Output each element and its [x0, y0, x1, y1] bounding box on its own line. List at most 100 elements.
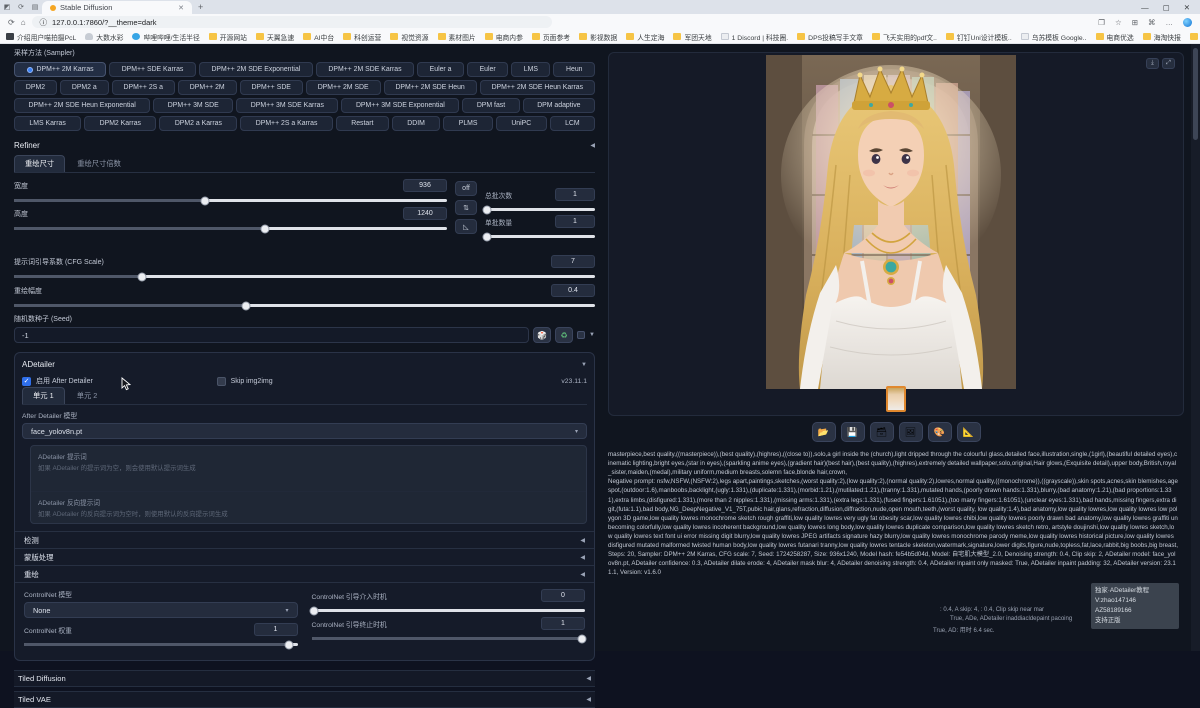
bookmark-item[interactable]: 飞天实用的pdf文..	[872, 32, 937, 42]
adetailer-model-dropdown[interactable]: face_yolov8n.pt ▾	[22, 423, 587, 439]
bookmark-item[interactable]: 介绍用户喵拍摄PcL	[6, 32, 76, 42]
result-action-button[interactable]: 💾	[841, 422, 865, 442]
enable-adetailer-checkbox[interactable]: ✓	[22, 377, 31, 386]
controlnet-model-dropdown[interactable]: None ▾	[24, 602, 298, 618]
extensions-icon[interactable]: ⌘	[1148, 18, 1156, 27]
sampler-option-button[interactable]: DPM++ 2M SDE Heun	[384, 80, 477, 95]
bookmark-item[interactable]: 松松软件园	[1190, 32, 1200, 42]
result-action-button[interactable]: 📐	[957, 422, 981, 442]
sampler-option-button[interactable]: DPM++ SDE Karras	[109, 62, 196, 77]
sampler-option-button[interactable]: DPM++ 2M	[178, 80, 237, 95]
generated-image[interactable]	[766, 55, 1016, 389]
sampler-option-button[interactable]: DPM fast	[462, 98, 519, 113]
sampler-option-button[interactable]: DDIM	[392, 116, 440, 131]
bookmark-item[interactable]: 科创运营	[343, 32, 381, 42]
result-action-button[interactable]: 🖼	[899, 422, 923, 442]
adetailer-subsection-accordion[interactable]: 检测 ◀	[15, 531, 594, 548]
height-input[interactable]: 1240	[403, 207, 447, 220]
viewer-tool-icon[interactable]: ⤢	[1162, 58, 1175, 69]
maximize-button[interactable]: ▢	[1163, 3, 1170, 12]
controlnet-start-input[interactable]: 0	[541, 589, 585, 602]
sampler-option-button[interactable]: DPM2 Karras	[84, 116, 156, 131]
scale-off-button[interactable]: off	[455, 181, 477, 196]
sampler-option-button[interactable]: Euler a	[417, 62, 464, 77]
sampler-option-button[interactable]: DPM++ 2M Karras	[14, 62, 106, 77]
bookmark-item[interactable]: 军团天地	[673, 32, 711, 42]
adetailer-prompt-textarea[interactable]: ADetailer 提示词 如果 ADetailer 的提示词为空，则会使用默认…	[31, 446, 586, 477]
bookmark-item[interactable]: 1 Discord | 科技圈.	[721, 32, 789, 42]
tiled-vae-accordion[interactable]: Tiled VAE ◀	[14, 691, 595, 708]
tab-resize-to[interactable]: 重绘尺寸	[14, 155, 65, 172]
page-scrollbar[interactable]	[1191, 44, 1200, 651]
controlnet-start-slider[interactable]	[312, 609, 586, 612]
tab-close-icon[interactable]: ✕	[178, 4, 184, 12]
sampler-option-button[interactable]: DPM++ 2S a Karras	[240, 116, 333, 131]
controlnet-weight-input[interactable]: 1	[254, 623, 298, 636]
vertical-tabs-icon[interactable]: ▤	[28, 3, 42, 11]
bookmark-item[interactable]: 哔哩哔哩/生活半径	[132, 32, 199, 42]
tab-resize-by[interactable]: 重绘尺寸倍数	[67, 156, 131, 172]
sampler-option-button[interactable]: PLMS	[443, 116, 493, 131]
bookmark-item[interactable]: 钉钉Uni设计模板..	[946, 32, 1012, 42]
bookmark-item[interactable]: AI中台	[303, 32, 334, 42]
sampler-option-button[interactable]: DPM2 a	[60, 80, 109, 95]
split-screen-icon[interactable]: ❐	[1098, 18, 1105, 27]
bookmark-item[interactable]: 电商优选	[1096, 32, 1134, 42]
bookmark-item[interactable]: 素材图片	[438, 32, 476, 42]
sampler-option-button[interactable]: LMS	[511, 62, 550, 77]
result-action-button[interactable]: 🗃	[870, 422, 894, 442]
controlnet-end-slider[interactable]	[312, 637, 586, 640]
viewer-tool-icon[interactable]: ⤓	[1146, 58, 1159, 69]
seed-extra-checkbox[interactable]	[577, 331, 585, 339]
sampler-option-button[interactable]: DPM++ 3M SDE	[153, 98, 233, 113]
denoise-input[interactable]: 0.4	[551, 284, 595, 297]
sampler-option-button[interactable]: DPM++ 2M SDE Heun Exponential	[14, 98, 150, 113]
browser-tab[interactable]: Stable Diffusion ✕	[42, 1, 192, 14]
result-action-button[interactable]: 📂	[812, 422, 836, 442]
workspace-icon[interactable]: ◩	[0, 3, 14, 11]
batch-size-slider[interactable]	[485, 235, 595, 238]
sampler-option-button[interactable]: LMS Karras	[14, 116, 81, 131]
seed-input[interactable]: -1	[14, 327, 529, 343]
minimize-button[interactable]: —	[1141, 3, 1149, 12]
sampler-option-button[interactable]: DPM++ SDE	[240, 80, 303, 95]
site-info-icon[interactable]: ⓘ	[40, 17, 48, 28]
favorites-icon[interactable]: ☆	[1115, 18, 1122, 27]
sampler-option-button[interactable]: DPM++ 3M SDE Karras	[236, 98, 338, 113]
bookmark-item[interactable]: 影视数据	[579, 32, 617, 42]
bookmark-item[interactable]: 页面参考	[532, 32, 570, 42]
sampler-option-button[interactable]: DPM++ 2M SDE	[306, 80, 381, 95]
sampler-option-button[interactable]: DPM++ 2M SDE Exponential	[199, 62, 313, 77]
sampler-option-button[interactable]: DPM adaptive	[523, 98, 595, 113]
sampler-option-button[interactable]: DPM++ 2S a	[112, 80, 175, 95]
bookmark-item[interactable]: 海淘快报	[1143, 32, 1181, 42]
bookmark-item[interactable]: 开源网站	[209, 32, 247, 42]
batch-count-slider[interactable]	[485, 208, 595, 211]
new-tab-button[interactable]: +	[198, 2, 203, 12]
sampler-option-button[interactable]: DPM2 a Karras	[159, 116, 237, 131]
bookmark-item[interactable]: 人生定海	[626, 32, 664, 42]
bookmark-item[interactable]: 视觉资源	[390, 32, 428, 42]
bookmark-item[interactable]: 乌苏模板 Google..	[1021, 32, 1087, 42]
sampler-option-button[interactable]: DPM++ 2M SDE Karras	[316, 62, 414, 77]
tab-refresh-icon[interactable]: ⟳	[14, 3, 28, 11]
random-seed-dice-icon[interactable]: 🎲	[533, 327, 551, 343]
width-slider[interactable]	[14, 199, 447, 202]
bookmark-item[interactable]: 天翼急速	[256, 32, 294, 42]
sampler-option-button[interactable]: DPM2	[14, 80, 57, 95]
skip-img2img-checkbox[interactable]	[217, 377, 226, 386]
bookmark-item[interactable]: 电商内参	[485, 32, 523, 42]
bookmark-item[interactable]: 大数水彩	[85, 32, 123, 42]
sampler-option-button[interactable]: Heun	[553, 62, 595, 77]
sampler-option-button[interactable]: Restart	[336, 116, 389, 131]
sampler-option-button[interactable]: Euler	[467, 62, 508, 77]
home-icon[interactable]: ⌂	[21, 18, 26, 27]
controlnet-end-input[interactable]: 1	[541, 617, 585, 630]
tab-unit-2[interactable]: 单元 2	[67, 388, 108, 404]
batch-size-input[interactable]: 1	[555, 215, 595, 228]
bookmark-item[interactable]: DPS投稿写手文章	[797, 32, 863, 42]
auto-size-ruler-icon[interactable]: ◺	[455, 219, 477, 234]
browser-profile-avatar[interactable]	[1183, 18, 1192, 27]
close-button[interactable]: ✕	[1184, 3, 1190, 12]
more-menu-icon[interactable]: …	[1166, 18, 1174, 27]
